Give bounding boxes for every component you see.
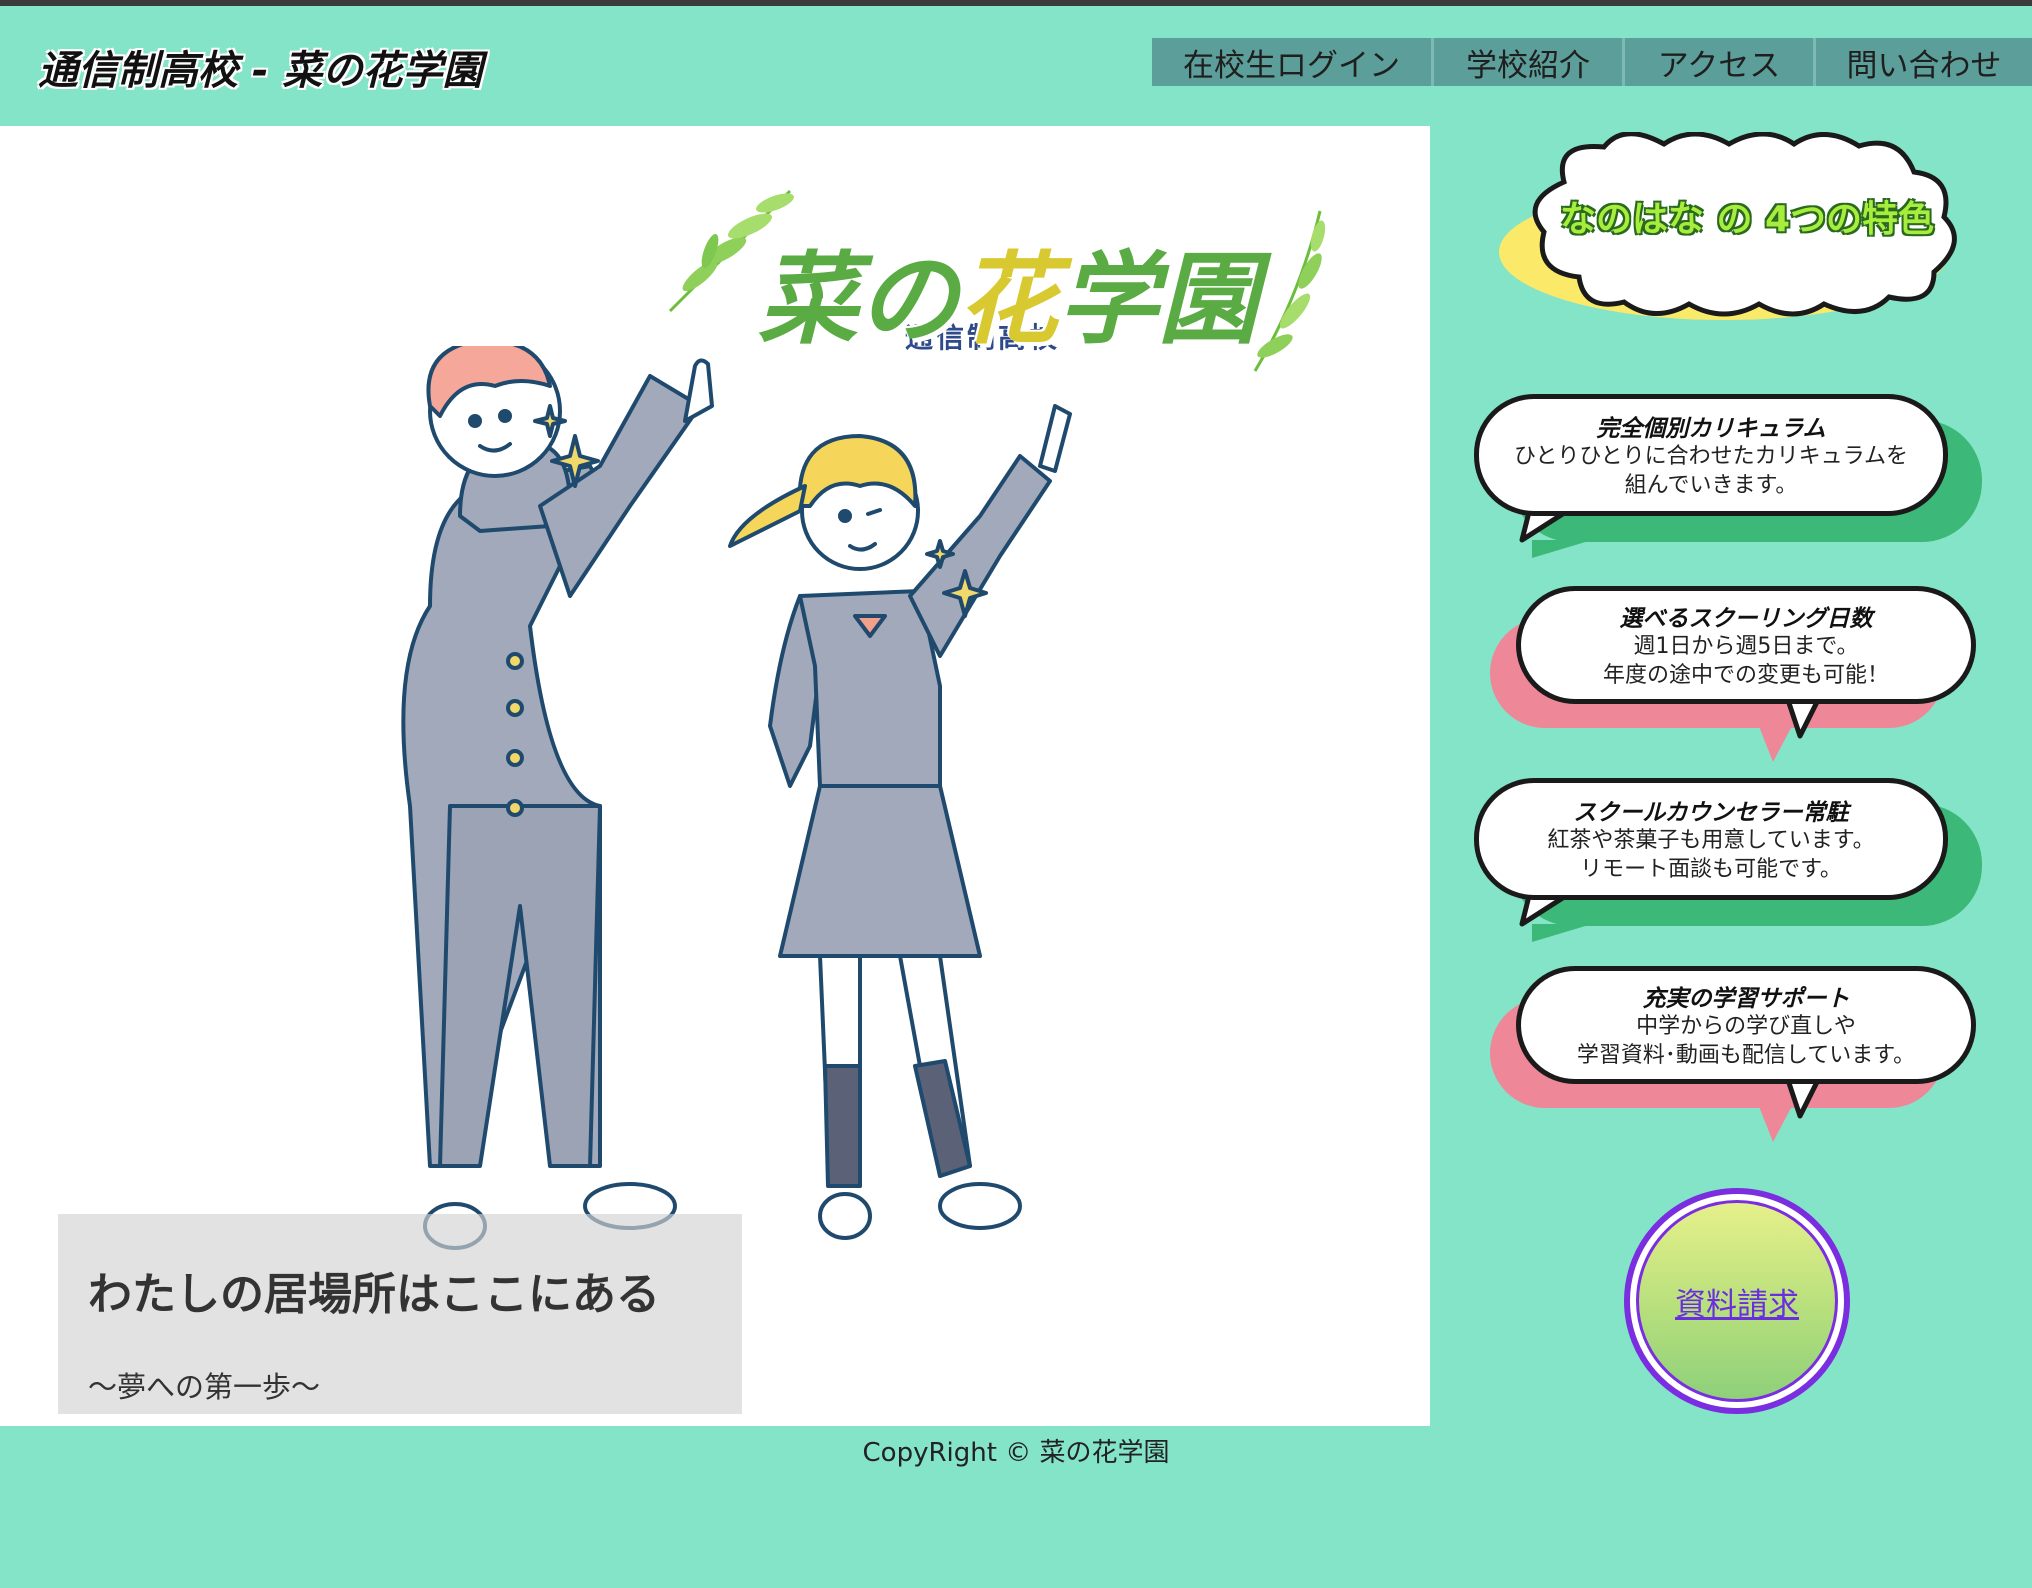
nav-school-intro[interactable]: 学校紹介 [1434, 38, 1625, 86]
school-logo: 菜の花学園 [758, 218, 1258, 363]
logo-text-3: 学園 [1058, 241, 1258, 358]
feature-text-line: 組んでいきます。 [1624, 473, 1798, 498]
hero-section: 通信制高校 菜の花学園 わたしの居場所はここにある ～夢への第一歩～ [0, 126, 1430, 1426]
top-border [0, 0, 2032, 6]
feature-bubble-2: 選べるスクーリング日数 週1日から週5日まで。 年度の途中での変更も可能！ [1488, 584, 2008, 774]
feature-text-line: 週1日から週5日まで。 [1633, 634, 1859, 660]
feature-text-line: 紅茶や茶菓子も用意しています。 [1547, 828, 1875, 854]
catchphrase-subtitle: ～夢への第一歩～ [88, 1370, 321, 1404]
feature-text-line: 年度の途中での変更も可能！ [1602, 663, 1889, 688]
feature-bubble-3: スクールカウンセラー常駐 紅茶や茶菓子も用意しています。 リモート面談も可能です… [1472, 774, 1992, 964]
footer-copyright: CopyRight © 菜の花学園 [862, 1438, 1170, 1468]
nav-contact[interactable]: 問い合わせ [1816, 38, 2032, 86]
feature-text-line: リモート面談も可能です。 [1580, 857, 1842, 882]
features-heading: なのはな の 4つの特色 [1494, 132, 1984, 322]
feature-text-line: 中学からの学び直しや [1636, 1014, 1856, 1040]
catchphrase-title: わたしの居場所はここにある [88, 1269, 660, 1320]
feature-title: 充実の学習サポート [1642, 986, 1850, 1013]
nav-student-login[interactable]: 在校生ログイン [1152, 38, 1434, 86]
main-nav: 在校生ログイン 学校紹介 アクセス 問い合わせ [1152, 38, 2032, 86]
feature-text-line: 学習資料･動画も配信しています。 [1576, 1043, 1916, 1068]
nav-access[interactable]: アクセス [1625, 38, 1816, 86]
logo-text-1: 菜の [758, 241, 958, 358]
catchphrase-box: わたしの居場所はここにある ～夢への第一歩～ [58, 1214, 742, 1414]
features-heading-text: なのはな の 4つの特色 [1559, 199, 1935, 240]
feature-bubble-4: 充実の学習サポート 中学からの学び直しや 学習資料･動画も配信しています。 [1488, 964, 2008, 1154]
feature-text-line: ひとりひとりに合わせたカリキュラムを [1513, 444, 1909, 470]
site-title: 通信制高校 - 菜の花学園 [38, 48, 483, 94]
feature-title: 選べるスクーリング日数 [1619, 606, 1873, 633]
request-materials-link[interactable]: 資料請求 [1675, 1279, 1799, 1324]
logo-text-2: 花 [958, 241, 1058, 358]
feature-bubble-1: 完全個別カリキュラム ひとりひとりに合わせたカリキュラムを 組んでいきます。 [1472, 390, 1992, 580]
request-materials-inner: 資料請求 [1636, 1200, 1838, 1402]
feature-title: 完全個別カリキュラム [1596, 416, 1826, 443]
feature-title: スクールカウンセラー常駐 [1573, 800, 1849, 827]
request-materials-button[interactable]: 資料請求 [1624, 1188, 1850, 1414]
